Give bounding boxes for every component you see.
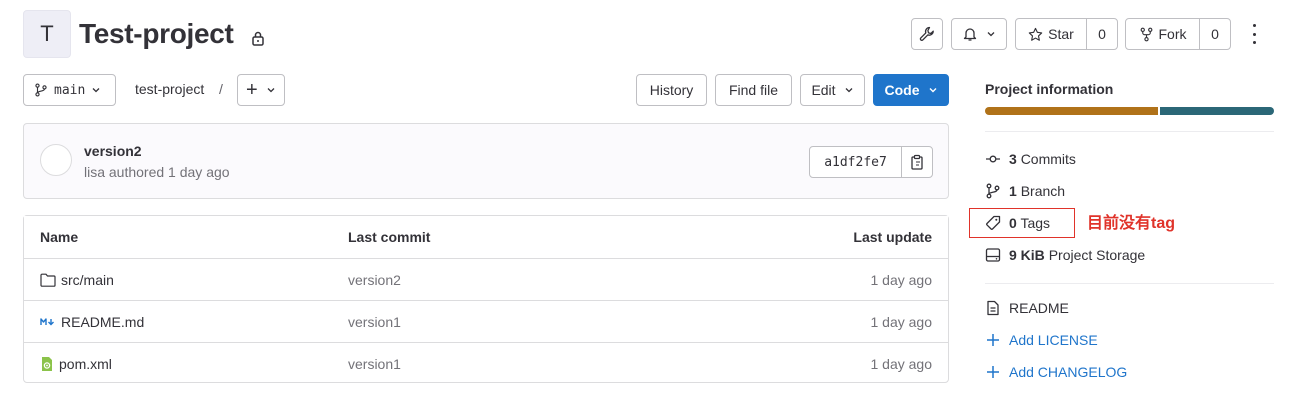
divider — [985, 283, 1274, 284]
file-last-commit[interactable]: version1 — [348, 314, 401, 330]
file-last-update: 1 day ago — [870, 356, 933, 372]
branch-icon — [986, 183, 1000, 199]
commit-sha[interactable]: a1df2fe7 — [810, 147, 901, 177]
commits-count: 3 — [1009, 151, 1017, 167]
language-bar-segment[interactable] — [1160, 107, 1274, 115]
project-title[interactable]: Test-project — [79, 18, 234, 50]
branch-selector[interactable]: main — [23, 74, 116, 106]
language-bar-segment[interactable] — [985, 107, 1158, 115]
language-bar[interactable] — [985, 107, 1274, 115]
file-last-update: 1 day ago — [870, 314, 933, 330]
chevron-down-icon — [92, 88, 100, 93]
file-last-update: 1 day ago — [870, 272, 933, 288]
branch-icon — [35, 83, 47, 97]
commits-link[interactable]: 3 Commits — [985, 151, 1076, 167]
xml-file-icon — [42, 357, 52, 371]
edit-dropdown[interactable]: Edit — [800, 74, 865, 106]
folder-icon — [40, 273, 56, 287]
branch-count: 1 — [1009, 183, 1017, 199]
plus-icon: + — [246, 79, 258, 101]
add-dropdown[interactable]: + — [237, 74, 285, 106]
chevron-down-icon — [987, 32, 995, 37]
history-button[interactable]: History — [636, 74, 707, 106]
add-changelog-link[interactable]: Add CHANGELOG — [985, 364, 1127, 380]
annotation-highlight-box — [969, 208, 1075, 238]
add-license-label: Add LICENSE — [1009, 332, 1098, 348]
star-label: Star — [1048, 26, 1074, 42]
document-icon — [987, 300, 999, 316]
file-last-commit[interactable]: version2 — [348, 272, 401, 288]
commits-label: Commits — [1020, 151, 1076, 167]
readme-link[interactable]: README — [985, 300, 1069, 316]
lock-icon — [252, 31, 264, 46]
branches-link[interactable]: 1 Branch — [985, 183, 1065, 199]
file-name[interactable]: src/main — [61, 272, 114, 288]
readme-label: README — [1009, 300, 1069, 316]
table-row[interactable]: src/main version2 1 day ago — [24, 258, 948, 300]
file-name[interactable]: README.md — [61, 314, 144, 330]
file-last-commit[interactable]: version1 — [348, 356, 401, 372]
breadcrumb-separator: / — [219, 81, 223, 97]
branch-label: Branch — [1020, 183, 1066, 199]
file-name-cell[interactable]: README.md — [40, 314, 144, 330]
more-actions-icon[interactable] — [1247, 24, 1261, 44]
markdown-icon — [40, 318, 54, 326]
plus-icon — [987, 334, 999, 346]
fork-button[interactable]: Fork 0 — [1125, 18, 1231, 50]
last-commit-panel: version2 lisa authored 1 day ago a1df2fe… — [23, 123, 949, 199]
storage-size: 9 KiB — [1009, 247, 1045, 263]
project-avatar-letter: T — [40, 21, 54, 46]
commit-sha-group: a1df2fe7 — [809, 146, 933, 178]
copy-sha-button[interactable] — [901, 147, 932, 177]
star-icon — [1028, 27, 1043, 41]
plus-icon — [987, 366, 999, 378]
wrench-icon — [919, 26, 934, 41]
fork-icon — [1140, 27, 1152, 41]
file-tree-table: Name Last commit Last update src/main ve… — [23, 215, 949, 383]
divider — [985, 131, 1274, 132]
breadcrumb[interactable]: test-project — [135, 81, 204, 97]
bell-icon — [963, 28, 977, 41]
table-row[interactable]: pom.xml version1 1 day ago — [24, 342, 948, 384]
settings-button[interactable] — [911, 18, 943, 50]
star-count[interactable]: 0 — [1086, 19, 1117, 49]
find-file-button[interactable]: Find file — [715, 74, 792, 106]
commit-icon — [986, 155, 1000, 163]
chevron-down-icon — [267, 88, 275, 93]
add-changelog-label: Add CHANGELOG — [1009, 364, 1128, 380]
file-name[interactable]: pom.xml — [59, 356, 112, 372]
fork-count[interactable]: 0 — [1199, 19, 1230, 49]
annotation-text: 目前没有tag — [1087, 215, 1176, 232]
project-avatar[interactable]: T — [23, 10, 71, 58]
storage-label: Project Storage — [1048, 247, 1146, 263]
table-header: Name Last commit Last update — [24, 216, 948, 258]
branch-name: main — [54, 82, 86, 98]
column-header-last-update: Last update — [853, 229, 932, 245]
file-name-cell[interactable]: src/main — [40, 272, 114, 288]
file-name-cell[interactable]: pom.xml — [40, 356, 112, 372]
code-dropdown[interactable]: Code — [873, 74, 949, 106]
star-button[interactable]: Star 0 — [1015, 18, 1118, 50]
chevron-down-icon — [929, 88, 936, 93]
chevron-down-icon — [845, 88, 853, 93]
fork-label: Fork — [1158, 26, 1187, 42]
column-header-last-commit: Last commit — [348, 229, 431, 245]
add-license-link[interactable]: Add LICENSE — [985, 332, 1098, 348]
notifications-dropdown[interactable] — [951, 18, 1007, 50]
clipboard-icon — [911, 154, 923, 170]
project-information-title: Project information — [985, 81, 1114, 97]
edit-label: Edit — [811, 82, 836, 98]
commit-meta: lisa authored 1 day ago — [84, 164, 230, 180]
table-row[interactable]: README.md version1 1 day ago — [24, 300, 948, 342]
storage-link[interactable]: 9 KiB Project Storage — [985, 247, 1145, 263]
code-label: Code — [884, 82, 920, 98]
storage-icon — [985, 248, 1001, 262]
author-avatar[interactable] — [40, 144, 72, 176]
commit-title[interactable]: version2 — [84, 143, 142, 159]
column-header-name: Name — [40, 229, 79, 245]
